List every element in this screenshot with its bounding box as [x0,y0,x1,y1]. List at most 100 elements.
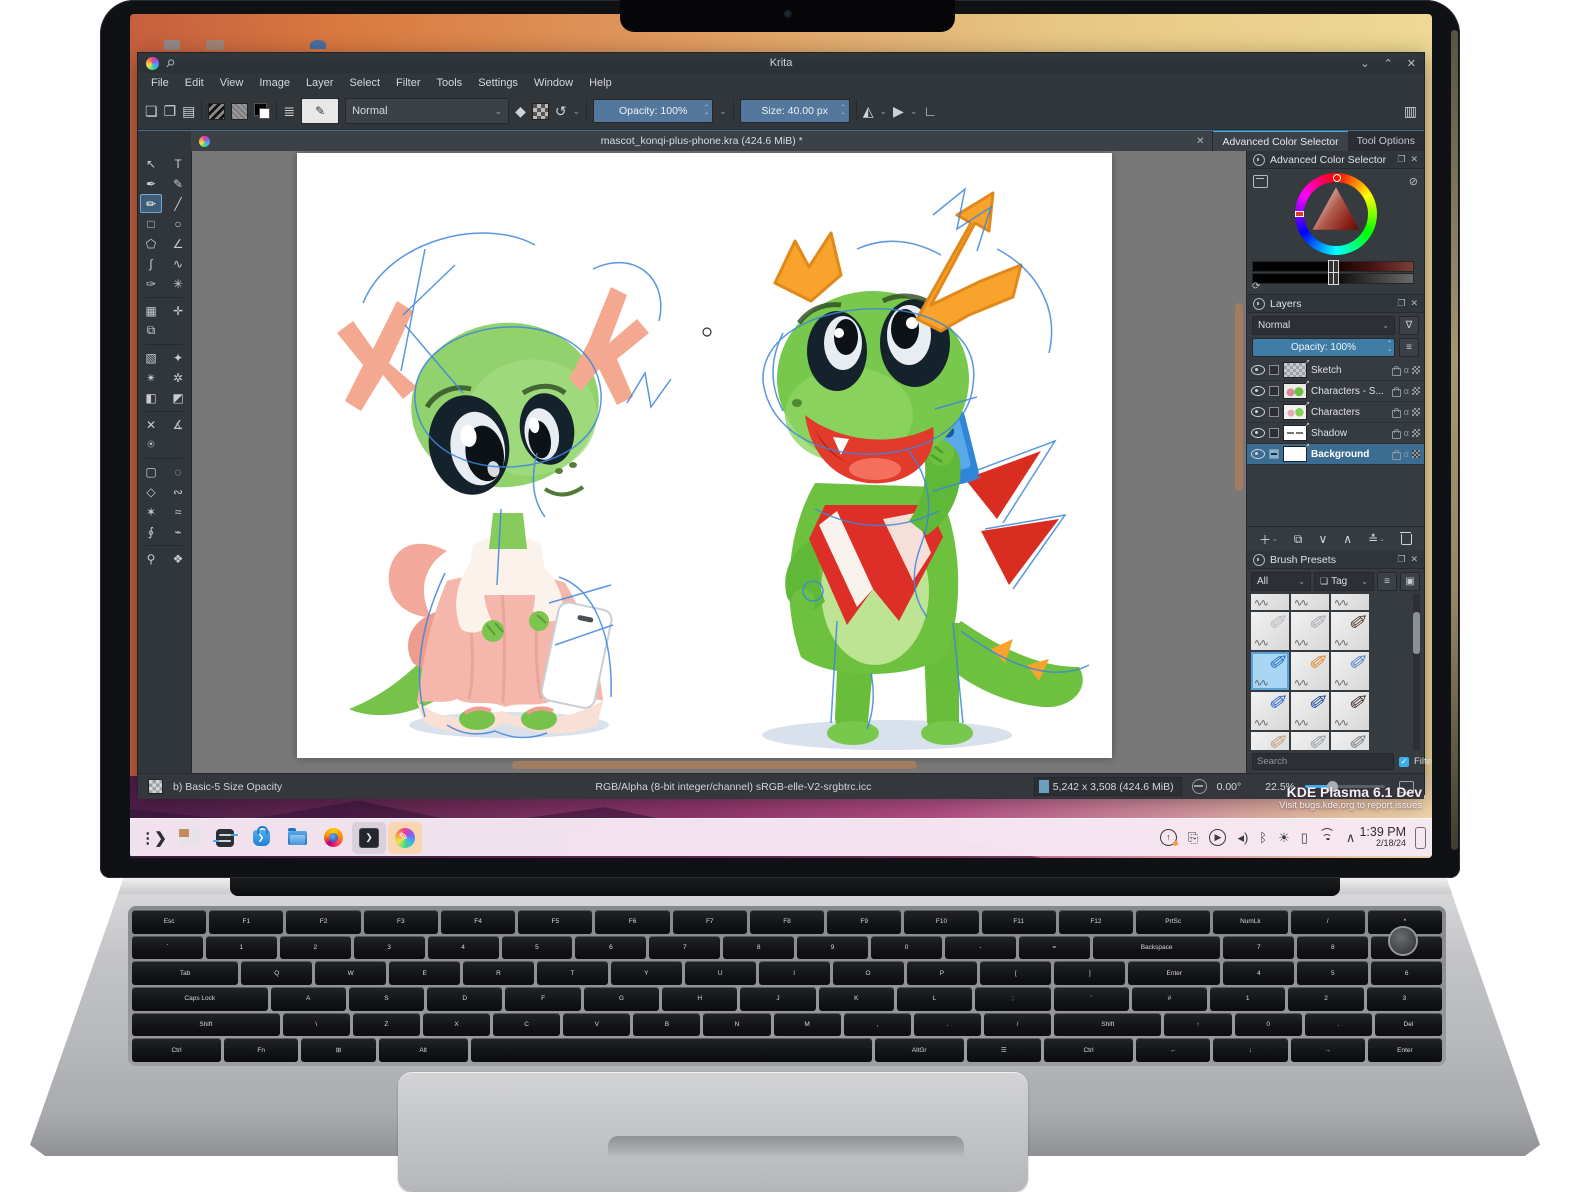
open-document-icon[interactable]: ❐ [164,104,177,118]
close-icon[interactable]: ✕ [1410,298,1418,309]
alpha-lock-icon[interactable]: α [1404,428,1409,438]
freehand-brush-tool[interactable]: ✏ [140,194,162,213]
pan-tool[interactable]: ❖ [167,549,189,568]
taskbar-firefox[interactable] [316,822,350,854]
inherit-alpha-icon[interactable] [1412,387,1420,395]
settings-icon[interactable] [1253,175,1268,188]
alpha-lock-icon[interactable]: α [1404,407,1409,417]
battery-icon[interactable]: ▯ [1301,831,1308,844]
canvas[interactable] [297,153,1112,758]
brush-presets-header[interactable]: Brush Presets ❐ ✕ [1247,551,1424,569]
brush-preset-cell[interactable]: ✐∿∿ [1331,594,1369,610]
alpha-lock-icon[interactable]: α [1404,386,1409,396]
float-icon[interactable]: ❐ [1397,554,1405,565]
color-selector-body[interactable]: ⊘ ⟳ [1247,169,1424,295]
zoom-tool[interactable]: ⚲ [140,549,162,568]
spin-buttons[interactable]: ⌃⌄ [841,101,846,121]
rectangle-tool[interactable]: □ [140,214,162,233]
lock-icon[interactable] [1392,431,1401,439]
alpha-lock-icon[interactable]: α [1404,365,1409,375]
layer-row-characters[interactable]: ↗Charactersα [1247,402,1424,423]
maximize-button[interactable]: ⌃ [1384,57,1393,70]
menu-file[interactable]: File [144,75,176,91]
lock-icon[interactable] [1392,389,1401,397]
scrollbar-handle[interactable] [512,761,917,769]
transform-tool[interactable]: ▦ [140,301,162,320]
visibility-eye-icon[interactable] [1251,386,1265,396]
assistants-tool[interactable]: ✕ [140,415,162,434]
layer-checkbox[interactable] [1269,407,1279,417]
brush-preset-cell[interactable]: ✐∿∿ [1251,612,1289,650]
brush-preset-cell[interactable]: ✐∿∿ [1251,652,1289,690]
workspace-chooser-icon[interactable]: ▥ [1404,104,1417,118]
crop-tool[interactable]: ⧉ [140,321,162,340]
brush-preset-cell[interactable]: ✐∿∿ [1331,612,1369,650]
layer-row-characters-s-[interactable]: ↗Characters - S...α [1247,381,1424,402]
chevron-down-icon[interactable]: ⌄ [573,106,581,117]
menu-settings[interactable]: Settings [471,75,525,91]
clock[interactable]: 1:39 PM 2/18/24 [1359,826,1406,849]
taskbar-discover[interactable] [244,822,278,854]
brush-preset-cell[interactable]: ✐∿∿ [1331,692,1369,730]
lock-icon[interactable] [1253,554,1265,566]
taskbar-krita[interactable] [388,822,422,854]
freehand-path-tool[interactable]: ∿ [167,254,189,273]
minimize-button[interactable]: ⌄ [1360,57,1369,70]
taskbar-virtual-desktop-pager[interactable] [172,822,206,854]
elliptical-selection-tool[interactable]: ◌ [167,462,189,481]
polygonal-selection-tool[interactable]: ◇ [140,482,162,501]
bluetooth-icon[interactable]: ᛒ [1259,831,1267,844]
gradient-tool[interactable]: ▧ [140,348,162,367]
bezier-curve-tool[interactable]: ∫ [140,254,162,273]
layer-checkbox[interactable] [1269,386,1279,396]
similar-selection-tool[interactable]: ≈ [167,502,189,521]
move-layer-down-button[interactable]: ∨ [1318,532,1327,546]
enclose-fill-tool[interactable]: ◩ [167,388,189,407]
move-tool[interactable]: ✛ [167,301,189,320]
close-icon[interactable]: ✕ [1410,554,1418,565]
layer-checkbox[interactable] [1269,449,1279,459]
layer-properties-button[interactable]: ≛⌄ [1368,532,1385,546]
refresh-icon[interactable]: ⟳ [1252,281,1260,292]
visibility-eye-icon[interactable] [1251,407,1265,417]
measure-tool[interactable]: ∡ [167,415,189,434]
wrap-around-icon[interactable]: ∟ [923,104,937,118]
chevron-down-icon[interactable]: ⌄ [719,106,727,117]
lock-icon[interactable] [1253,298,1265,310]
transform-select-tool[interactable]: ↖ [140,154,162,173]
menu-layer[interactable]: Layer [299,75,341,91]
layer-row-shadow[interactable]: ↗Shadowα [1247,423,1424,444]
fill-tool[interactable]: ◧ [140,388,162,407]
magnetic-selection-tool[interactable]: ⌁ [167,522,189,541]
colorize-mask-tool[interactable]: ✲ [167,368,189,387]
duplicate-layer-button[interactable]: ⧉ [1294,532,1303,547]
color-history-bar[interactable] [1252,261,1414,272]
bezier-selection-tool[interactable]: ∮ [140,522,162,541]
menu-select[interactable]: Select [342,75,387,91]
rectangular-selection-tool[interactable]: ▢ [140,462,162,481]
multibrush-tool[interactable]: ✳ [167,274,189,293]
brush-preset-cell[interactable]: ✐∿∿ [1251,594,1289,610]
polyline-tool[interactable]: ∠ [167,234,189,253]
brush-preset-cell[interactable]: ✐∿∿ [1291,594,1329,610]
taskbar[interactable]: ⋮❯❯ ↑⎘▶◂)ᛒ☀▯∧ 1:39 PM 2/18/24 [130,818,1432,856]
canvas-area[interactable] [192,151,1246,773]
horizontal-scrollbar[interactable] [192,761,1232,769]
opacity-slider[interactable]: Opacity: 100% ⌃⌄ [593,99,713,123]
clipboard-icon[interactable]: ⎘ [1188,831,1198,844]
save-icon[interactable]: ▤ [182,104,195,118]
alpha-lock-icon[interactable]: α [1404,449,1409,459]
pattern-swatch[interactable] [231,103,248,120]
preserve-alpha-icon[interactable] [532,103,549,120]
value-gradient-bar[interactable] [1252,273,1414,284]
update-notifier-icon[interactable]: ↑ [1160,829,1177,846]
freehand-selection-tool[interactable]: ∾ [167,482,189,501]
layer-blend-mode-dropdown[interactable]: Normal ⌄ [1252,316,1395,335]
inherit-alpha-icon[interactable] [1412,450,1420,458]
lock-icon[interactable] [1392,410,1401,418]
contiguous-selection-tool[interactable]: ✶ [140,502,162,521]
brush-preset-cell[interactable]: ✐∿∿ [1251,692,1289,730]
brightness-icon[interactable]: ☀ [1278,831,1290,844]
inherit-alpha-icon[interactable] [1412,408,1420,416]
inherit-alpha-icon[interactable] [1412,429,1420,437]
